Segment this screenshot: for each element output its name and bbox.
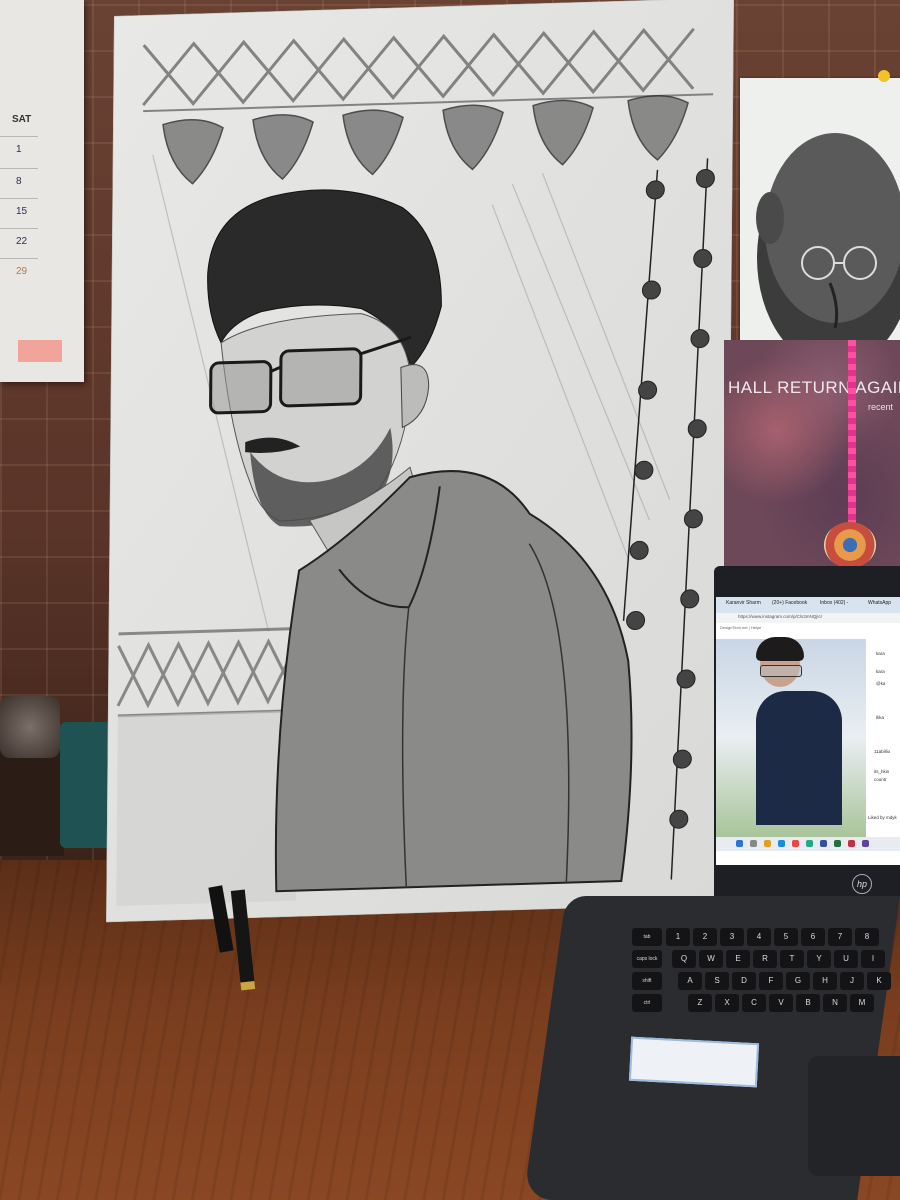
keyboard-key[interactable]: W xyxy=(699,950,723,968)
chrome-icon[interactable] xyxy=(792,840,799,847)
keyboard-key[interactable]: caps lock xyxy=(632,950,662,968)
photo-sunglasses xyxy=(760,665,802,677)
calendar-rule xyxy=(0,228,38,229)
calendar-header: SAT xyxy=(12,114,32,125)
keyboard-key[interactable]: 5 xyxy=(774,928,798,946)
laptop-display: Karanvir Sharm (20+) Facebook Inbox (402… xyxy=(716,597,900,865)
keyboard-key[interactable]: X xyxy=(715,994,739,1012)
keyboard-key[interactable]: B xyxy=(796,994,820,1012)
keyboard-key[interactable]: F xyxy=(759,972,783,990)
excel-icon[interactable] xyxy=(834,840,841,847)
pencil-sketch-canvas xyxy=(106,0,734,923)
gandhi-sketch xyxy=(756,133,900,368)
keyboard-key[interactable]: R xyxy=(753,950,777,968)
comment-username[interactable]: kara xyxy=(876,669,885,674)
keyboard-key[interactable]: ctrl xyxy=(632,994,662,1012)
word-icon[interactable] xyxy=(820,840,827,847)
keyboard-key[interactable]: 2 xyxy=(693,928,717,946)
keyboard-key[interactable]: H xyxy=(813,972,837,990)
keyboard-key[interactable]: tab xyxy=(632,928,662,946)
painted-ornament xyxy=(824,522,876,568)
calendar-rule xyxy=(0,258,38,259)
keyboard-key[interactable]: shift xyxy=(632,972,662,990)
comment-text: countr xyxy=(874,777,887,782)
comment-username[interactable]: its_hkin xyxy=(874,769,889,774)
keyboard-key[interactable]: M xyxy=(850,994,874,1012)
search-icon[interactable] xyxy=(750,840,757,847)
calendar-marker xyxy=(18,340,62,362)
folder-icon[interactable] xyxy=(764,840,771,847)
browser-tab[interactable]: Karanvir Sharm xyxy=(726,600,761,606)
keyboard-key[interactable]: 8 xyxy=(855,928,879,946)
photo-person-hair xyxy=(756,637,804,661)
keyboard-key[interactable]: Y xyxy=(807,950,831,968)
calendar-rule xyxy=(0,136,38,137)
keyboard-key[interactable]: C xyxy=(742,994,766,1012)
calendar-rule xyxy=(0,168,38,169)
address-url[interactable]: https://www.instagram.com/p/Cls3mNQjIc/ xyxy=(738,614,822,619)
wall-calendar: SAT 1 8 15 22 29 xyxy=(0,0,84,382)
photo-person-body xyxy=(756,691,842,825)
browser-tab[interactable]: Inbox (402) - xyxy=(820,600,848,606)
magazine-poster xyxy=(724,340,900,566)
edge-icon[interactable] xyxy=(778,840,785,847)
calendar-day: 22 xyxy=(16,236,28,247)
keyboard-key[interactable]: N xyxy=(823,994,847,1012)
laptop-keyboard: 1 2 3 4 5 6 7 8 Q W E R T Y U I A S D F G H J K Z X C V B N Mtab caps l… xyxy=(626,920,900,1044)
browser-tab[interactable]: (20+) Facebook xyxy=(772,600,807,606)
keyboard-key[interactable]: Q xyxy=(672,950,696,968)
app-icon[interactable] xyxy=(862,840,869,847)
keyboard-key[interactable]: I xyxy=(861,950,885,968)
app-icon[interactable] xyxy=(806,840,813,847)
keyboard-key[interactable]: 3 xyxy=(720,928,744,946)
keyboard-key[interactable]: 6 xyxy=(801,928,825,946)
calendar-day: 29 xyxy=(16,266,28,277)
calendar-day: 15 xyxy=(16,206,28,217)
keyboard-key[interactable]: T xyxy=(780,950,804,968)
keyboard-key[interactable]: V xyxy=(769,994,793,1012)
calendar-rule xyxy=(0,198,38,199)
keyboard-key[interactable]: 7 xyxy=(828,928,852,946)
pencil-sketch xyxy=(106,0,734,923)
windows-icon[interactable] xyxy=(736,840,743,847)
keyboard-key[interactable]: Z xyxy=(688,994,712,1012)
comment-username[interactable]: kara xyxy=(876,651,885,656)
hp-logo: hp xyxy=(852,874,872,894)
comment-username[interactable]: 11abillio xyxy=(874,749,890,754)
calendar-day: 8 xyxy=(16,176,22,187)
pink-string xyxy=(848,340,856,526)
keyboard-key[interactable]: 1 xyxy=(666,928,690,946)
laptop-sticker xyxy=(628,1036,760,1088)
keyboard-key[interactable]: D xyxy=(732,972,756,990)
gandhi-sketch-poster xyxy=(740,78,900,368)
likes-text: Liked by mdyk xyxy=(868,815,897,820)
push-pin xyxy=(878,70,890,82)
bookmark-item[interactable]: DesignTech.net | Helpe xyxy=(720,625,761,630)
poster-subtext: recent xyxy=(868,402,894,412)
keyboard-key[interactable]: G xyxy=(786,972,810,990)
powerpoint-icon[interactable] xyxy=(848,840,855,847)
calendar-day: 1 xyxy=(16,144,22,155)
comment-username[interactable]: lkka xyxy=(876,715,884,720)
keyboard-key[interactable]: 4 xyxy=(747,928,771,946)
keyboard-key[interactable]: A xyxy=(678,972,702,990)
keyboard-key[interactable]: E xyxy=(726,950,750,968)
keyboard-key[interactable]: S xyxy=(705,972,729,990)
touchpad[interactable] xyxy=(808,1056,900,1176)
comment-username[interactable]: @ka xyxy=(876,681,885,686)
plastic-bag xyxy=(0,696,60,758)
keyboard-key[interactable]: K xyxy=(867,972,891,990)
keyboard-key[interactable]: U xyxy=(834,950,858,968)
browser-tab[interactable]: WhatsApp xyxy=(868,600,891,606)
poster-text: HALL RETURN AGAIN xyxy=(728,378,900,397)
keyboard-key[interactable]: J xyxy=(840,972,864,990)
